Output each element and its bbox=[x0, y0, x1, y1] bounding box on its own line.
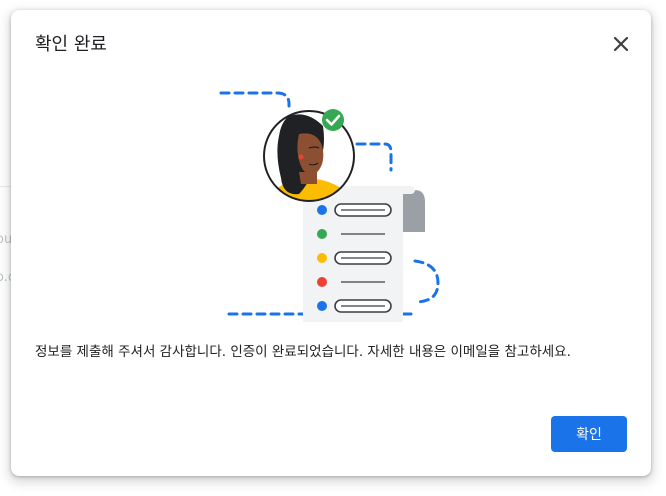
confirmation-message: 정보를 제출해 주셔서 감사합니다. 인증이 완료되었습니다. 자세한 내용은 … bbox=[35, 344, 571, 360]
document-list bbox=[303, 186, 425, 322]
close-button[interactable] bbox=[609, 32, 633, 56]
confirmation-dialog: 확인 완료 정보를 제출해 주셔서 감사합니다. 인증이 완료되었습니다. 자세… bbox=[11, 10, 651, 476]
close-icon bbox=[613, 36, 629, 52]
verification-illustration bbox=[219, 91, 440, 322]
dialog-title: 확인 완료 bbox=[35, 34, 107, 55]
confirm-button[interactable]: 확인 bbox=[551, 416, 627, 452]
check-badge-icon bbox=[322, 109, 344, 131]
